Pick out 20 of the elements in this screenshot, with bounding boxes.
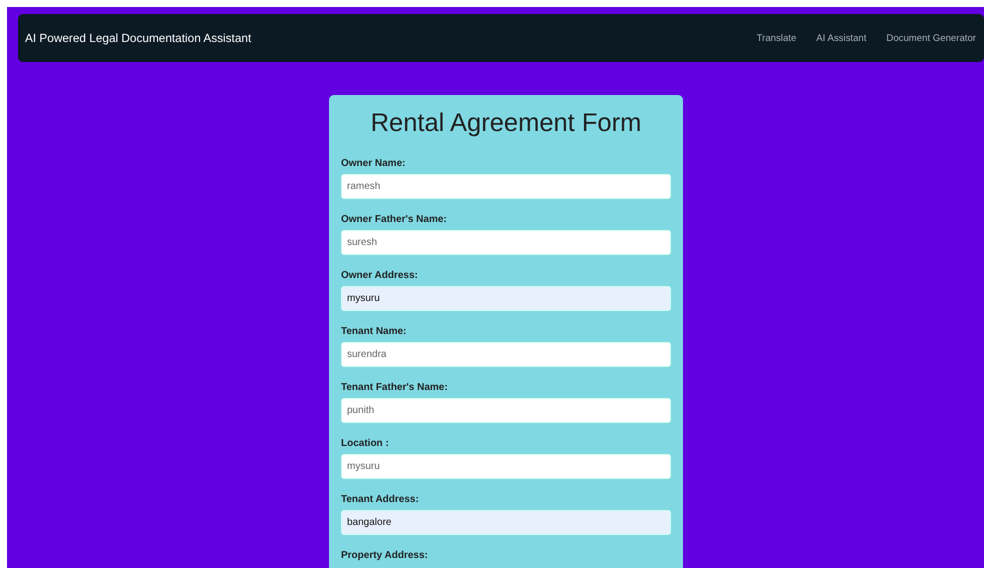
form-title: Rental Agreement Form bbox=[370, 108, 642, 139]
field-label: Owner Name: bbox=[341, 158, 406, 170]
input-field[interactable]: punith bbox=[341, 398, 671, 423]
input-field[interactable]: mysuru bbox=[341, 286, 671, 311]
field-label: Owner Address: bbox=[341, 270, 419, 282]
field-label: Tenant Address: bbox=[341, 494, 420, 506]
input-field[interactable]: ramesh bbox=[341, 174, 671, 199]
field-label: Tenant Father's Name: bbox=[341, 382, 449, 394]
input-field[interactable]: mysuru bbox=[341, 454, 671, 479]
nav-link[interactable]: Translate bbox=[756, 32, 796, 44]
input-field[interactable]: suresh bbox=[341, 230, 671, 255]
input-field[interactable]: surendra bbox=[341, 342, 671, 367]
nav-link[interactable]: Document Generator bbox=[886, 32, 976, 44]
brand-title[interactable]: AI Powered Legal Documentation Assistant bbox=[25, 31, 252, 45]
nav-link[interactable]: AI Assistant bbox=[816, 32, 866, 44]
input-field[interactable]: bangalore bbox=[341, 510, 671, 535]
field-label: Tenant Name: bbox=[341, 326, 408, 338]
field-label: Owner Father's Name: bbox=[341, 214, 448, 226]
field-label: Location : bbox=[341, 438, 390, 450]
field-label: Property Address: bbox=[341, 550, 429, 562]
